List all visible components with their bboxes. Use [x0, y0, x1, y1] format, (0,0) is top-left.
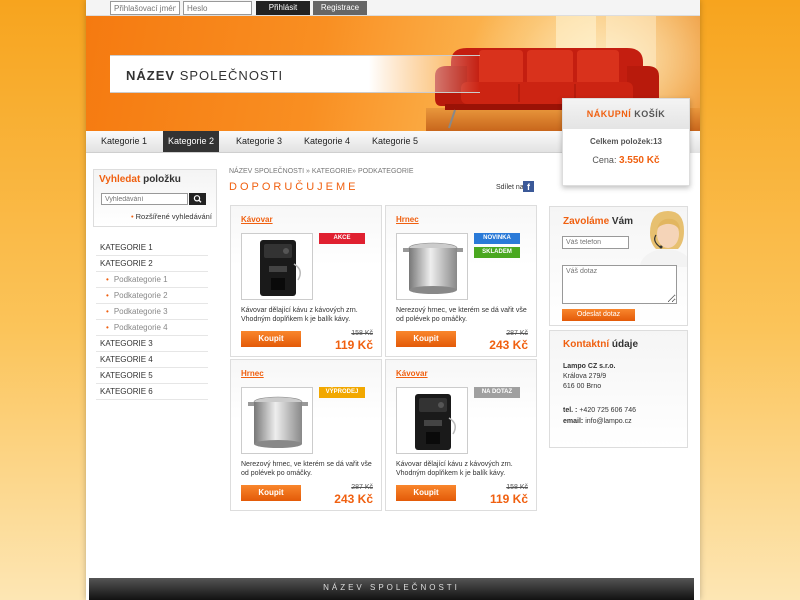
- contact-email[interactable]: email: info@lampo.cz: [563, 418, 632, 425]
- product-image[interactable]: [396, 387, 468, 454]
- pot-icon: [248, 396, 308, 448]
- product-card: Hrnec NOVINKA SKLADEM Nerezový hrnec, ve…: [385, 205, 537, 357]
- product-card: Kávovar NA DOTAZ Kávovar dělající kávu z…: [385, 359, 537, 511]
- product-price: 119 Kč: [334, 338, 373, 352]
- message-textarea[interactable]: [562, 265, 677, 304]
- subcategory-item[interactable]: • Podkategorie 1: [96, 272, 208, 288]
- badge-skladem: SKLADEM: [474, 247, 520, 258]
- product-description: Kávovar dělající kávu z kávových zrn. Vh…: [396, 461, 513, 477]
- coffee-machine-icon: [260, 240, 301, 296]
- page: Přihlásit Registrace NÁZEV SPOLEČNOSTI: [86, 0, 700, 600]
- coffee-machine-icon: [415, 394, 456, 450]
- search-input[interactable]: [101, 193, 188, 205]
- operator-image: [640, 211, 687, 267]
- contact-city: 616 00 Brno: [563, 383, 602, 390]
- share-label: Sdílet na: [496, 184, 524, 191]
- old-price: 287 Kč: [506, 330, 528, 337]
- password-input[interactable]: [183, 1, 252, 15]
- nav-item-kategorie-5[interactable]: Kategorie 5: [368, 131, 422, 152]
- old-price: 158 Kč: [506, 484, 528, 491]
- category-item[interactable]: KATEGORIE 3: [96, 336, 208, 352]
- product-card: Kávovar AKCE Kávovar dělající kávu z káv…: [230, 205, 382, 357]
- product-card: Hrnec VÝPRODEJ Nerezový hrnec, ve kterém…: [230, 359, 382, 511]
- category-item[interactable]: KATEGORIE 4: [96, 352, 208, 368]
- login-button[interactable]: Přihlásit: [256, 1, 310, 15]
- company-name[interactable]: NÁZEV SPOLEČNOSTI: [126, 68, 283, 83]
- cart-count: Celkem položek:13: [589, 137, 663, 146]
- pot-icon: [403, 242, 463, 294]
- page-title: DOPORUČUJEME: [229, 181, 359, 193]
- product-name[interactable]: Kávovar: [396, 369, 428, 378]
- contact-box: Kontaktní údaje Lampo CZ s.r.o. Králova …: [549, 330, 688, 448]
- callback-title: Zavoláme Vám: [563, 216, 634, 227]
- product-price: 243 Kč: [334, 492, 373, 506]
- cart-title: NÁKUPNÍ KOŠÍK: [563, 99, 689, 129]
- cart-price: Cena: 3.550 Kč: [592, 155, 660, 166]
- contact-street: Králova 279/9: [563, 373, 607, 380]
- product-name[interactable]: Kávovar: [241, 215, 273, 224]
- buy-button[interactable]: Koupit: [396, 331, 456, 347]
- search-button[interactable]: [189, 193, 206, 205]
- contact-phone[interactable]: tel. : +420 725 606 746: [563, 407, 636, 414]
- search-title: Vyhledat položku: [99, 174, 181, 185]
- nav-item-kategorie-1[interactable]: Kategorie 1: [98, 131, 150, 152]
- bullet-icon: •: [131, 212, 134, 221]
- buy-button[interactable]: Koupit: [241, 485, 301, 501]
- product-price: 119 Kč: [489, 492, 528, 506]
- register-button[interactable]: Registrace: [313, 1, 367, 15]
- product-image[interactable]: [241, 387, 313, 454]
- badge-na-dotaz: NA DOTAZ: [474, 387, 520, 398]
- nav-item-kategorie-4[interactable]: Kategorie 4: [300, 131, 354, 152]
- login-bar: Přihlásit Registrace: [86, 0, 700, 16]
- company-name-box: NÁZEV SPOLEČNOSTI: [110, 55, 480, 93]
- product-image[interactable]: [396, 233, 468, 300]
- product-description: Nerezový hrnec, ve kterém se dá vařit vš…: [396, 307, 527, 323]
- product-price: 243 Kč: [489, 338, 528, 352]
- shopping-cart[interactable]: NÁKUPNÍ KOŠÍK Celkem položek:13 Cena: 3.…: [562, 98, 690, 186]
- old-price: 287 Kč: [351, 484, 373, 491]
- product-name[interactable]: Hrnec: [241, 369, 264, 378]
- search-icon: [193, 195, 202, 203]
- product-image[interactable]: [241, 233, 313, 300]
- main-nav: Kategorie 1 Kategorie 2 Kategorie 3 Kate…: [86, 131, 562, 153]
- username-input[interactable]: [110, 1, 180, 15]
- category-item[interactable]: KATEGORIE 1: [96, 240, 208, 256]
- product-name[interactable]: Hrnec: [396, 215, 419, 224]
- subcategory-item[interactable]: • Podkategorie 2: [96, 288, 208, 304]
- advanced-search-link[interactable]: • Rozšířené vyhledávání: [131, 212, 212, 221]
- breadcrumb[interactable]: NÁZEV SPOLEČNOSTI » KATEGORIE» PODKATEGO…: [229, 168, 414, 175]
- bullet-icon: •: [106, 275, 109, 284]
- phone-input[interactable]: [562, 236, 629, 249]
- category-item[interactable]: KATEGORIE 5: [96, 368, 208, 384]
- category-list: KATEGORIE 1 KATEGORIE 2 • Podkategorie 1 …: [96, 240, 208, 400]
- bullet-icon: •: [106, 307, 109, 316]
- product-description: Nerezový hrnec, ve kterém se dá vařit vš…: [241, 461, 372, 477]
- footer: NÁZEV SPOLEČNOSTI: [89, 578, 694, 600]
- buy-button[interactable]: Koupit: [241, 331, 301, 347]
- old-price: 158 Kč: [351, 330, 373, 337]
- buy-button[interactable]: Koupit: [396, 485, 456, 501]
- badge-vyprodej: VÝPRODEJ: [319, 387, 365, 398]
- search-box: Vyhledat položku •Rozšířené vyhledávání: [93, 169, 217, 227]
- nav-item-kategorie-2[interactable]: Kategorie 2: [163, 131, 219, 152]
- contact-company: Lampo CZ s.r.o.: [563, 363, 616, 370]
- badge-akce: AKCE: [319, 233, 365, 244]
- category-item[interactable]: KATEGORIE 6: [96, 384, 208, 400]
- bullet-icon: •: [106, 323, 109, 332]
- callback-box: Zavoláme Vám Odeslat dotaz: [549, 206, 688, 326]
- facebook-icon[interactable]: f: [523, 181, 534, 192]
- bullet-icon: •: [106, 291, 109, 300]
- category-item[interactable]: KATEGORIE 2: [96, 256, 208, 272]
- product-description: Kávovar dělající kávu z kávových zrn. Vh…: [241, 307, 358, 323]
- badge-novinka: NOVINKA: [474, 233, 520, 244]
- send-query-button[interactable]: Odeslat dotaz: [562, 309, 635, 321]
- contact-title: Kontaktní údaje: [563, 339, 639, 350]
- nav-item-kategorie-3[interactable]: Kategorie 3: [232, 131, 286, 152]
- subcategory-item[interactable]: • Podkategorie 4: [96, 320, 208, 336]
- subcategory-item[interactable]: • Podkategorie 3: [96, 304, 208, 320]
